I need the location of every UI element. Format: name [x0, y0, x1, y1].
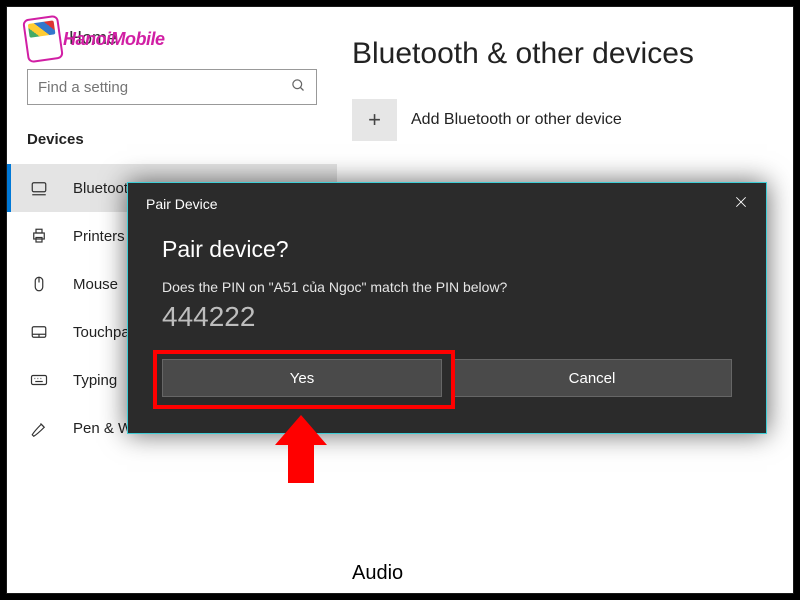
touchpad-icon — [29, 322, 49, 342]
watermark-text: HanoiMobile — [63, 29, 165, 50]
sidebar-item-label: Mouse — [73, 276, 118, 293]
yes-button[interactable]: Yes — [162, 359, 442, 397]
keyboard-icon — [29, 370, 49, 390]
watermark-logo: HanoiMobile — [25, 17, 165, 61]
section-label: Devices — [7, 119, 337, 160]
plus-icon: + — [352, 99, 397, 141]
pair-device-dialog: Pair Device Pair device? Does the PIN on… — [127, 182, 767, 434]
main-pane: Bluetooth & other devices + Add Bluetoot… — [342, 7, 792, 171]
page-title: Bluetooth & other devices — [352, 37, 782, 71]
sidebar-item-label: Typing — [73, 372, 117, 389]
audio-heading: Audio — [352, 562, 403, 585]
dialog-title: Pair Device — [146, 196, 218, 212]
close-icon[interactable] — [734, 193, 748, 214]
pin-code: 444222 — [162, 301, 732, 333]
cancel-button[interactable]: Cancel — [452, 359, 732, 397]
dialog-heading: Pair device? — [162, 236, 732, 263]
pen-icon — [29, 418, 49, 438]
search-icon — [291, 78, 306, 97]
search-box[interactable] — [27, 69, 317, 105]
search-input[interactable] — [38, 79, 291, 96]
bluetooth-icon — [29, 178, 49, 198]
printer-icon — [29, 226, 49, 246]
phone-logo-icon — [22, 15, 64, 64]
dialog-message: Does the PIN on "A51 của Ngoc" match the… — [162, 279, 732, 295]
add-device-row[interactable]: + Add Bluetooth or other device — [352, 99, 782, 141]
mouse-icon — [29, 274, 49, 294]
add-device-label: Add Bluetooth or other device — [411, 111, 622, 129]
